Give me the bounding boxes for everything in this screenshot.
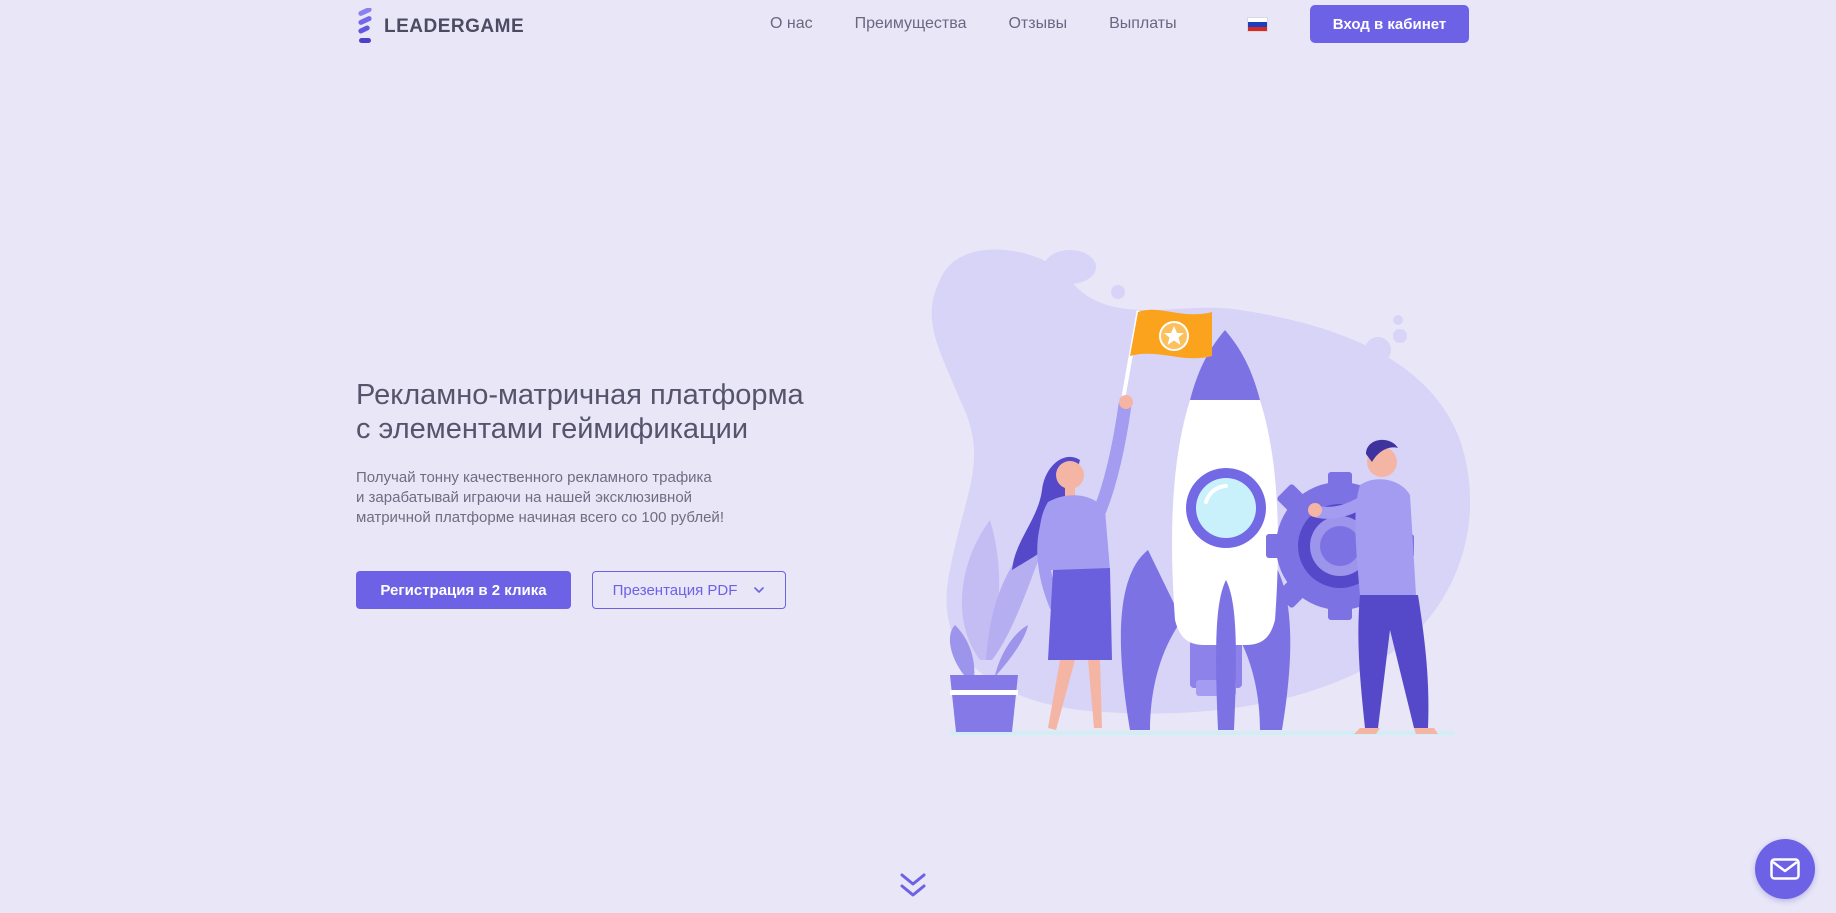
hero-title-line: Рекламно-матричная платформа [356, 379, 804, 411]
envelope-icon [1770, 858, 1800, 880]
hero-title: Рекламно-матричная платформа с элементам… [356, 378, 916, 446]
logo-text: LEADERGAME [384, 16, 525, 37]
hero-title-line: с элементами геймификации [356, 413, 749, 445]
landing-page: LEADERGAME О нас Преимущества Отзывы Вып… [0, 0, 1836, 913]
chevron-down-icon [754, 587, 765, 593]
logo[interactable]: LEADERGAME [356, 8, 524, 46]
rocket-launch-illustration [931, 249, 1471, 735]
nav-item-payouts[interactable]: Выплаты [1109, 13, 1177, 35]
nav-item-about[interactable]: О нас [770, 13, 813, 35]
nav-item-reviews[interactable]: Отзывы [1008, 13, 1067, 35]
double-chevron-down-icon[interactable] [898, 871, 928, 901]
hero-subtitle: Получай тонну качественного рекламного т… [356, 468, 826, 528]
cabinet-login-button[interactable]: Вход в кабинет [1310, 5, 1469, 43]
nav-item-advantages[interactable]: Преимущества [855, 13, 967, 35]
hero-subtitle-line: Получай тонну качественного рекламного т… [356, 469, 712, 486]
main-nav: О нас Преимущества Отзывы Выплаты [770, 13, 1177, 35]
pdf-presentation-label: Презентация PDF [612, 581, 738, 599]
pdf-presentation-button[interactable]: Презентация PDF [592, 571, 786, 609]
russia-flag-icon[interactable] [1248, 18, 1267, 31]
chat-widget-button[interactable] [1755, 839, 1815, 899]
ground-line [950, 731, 1455, 735]
hero-subtitle-line: матричной платформе начиная всего со 100… [356, 509, 724, 526]
register-button[interactable]: Регистрация в 2 клика [356, 571, 571, 609]
hero-subtitle-line: и зарабатывай играючи на нашей эксклюзив… [356, 489, 693, 506]
header: LEADERGAME О нас Преимущества Отзывы Вып… [0, 0, 1836, 50]
logo-icon [358, 8, 372, 43]
